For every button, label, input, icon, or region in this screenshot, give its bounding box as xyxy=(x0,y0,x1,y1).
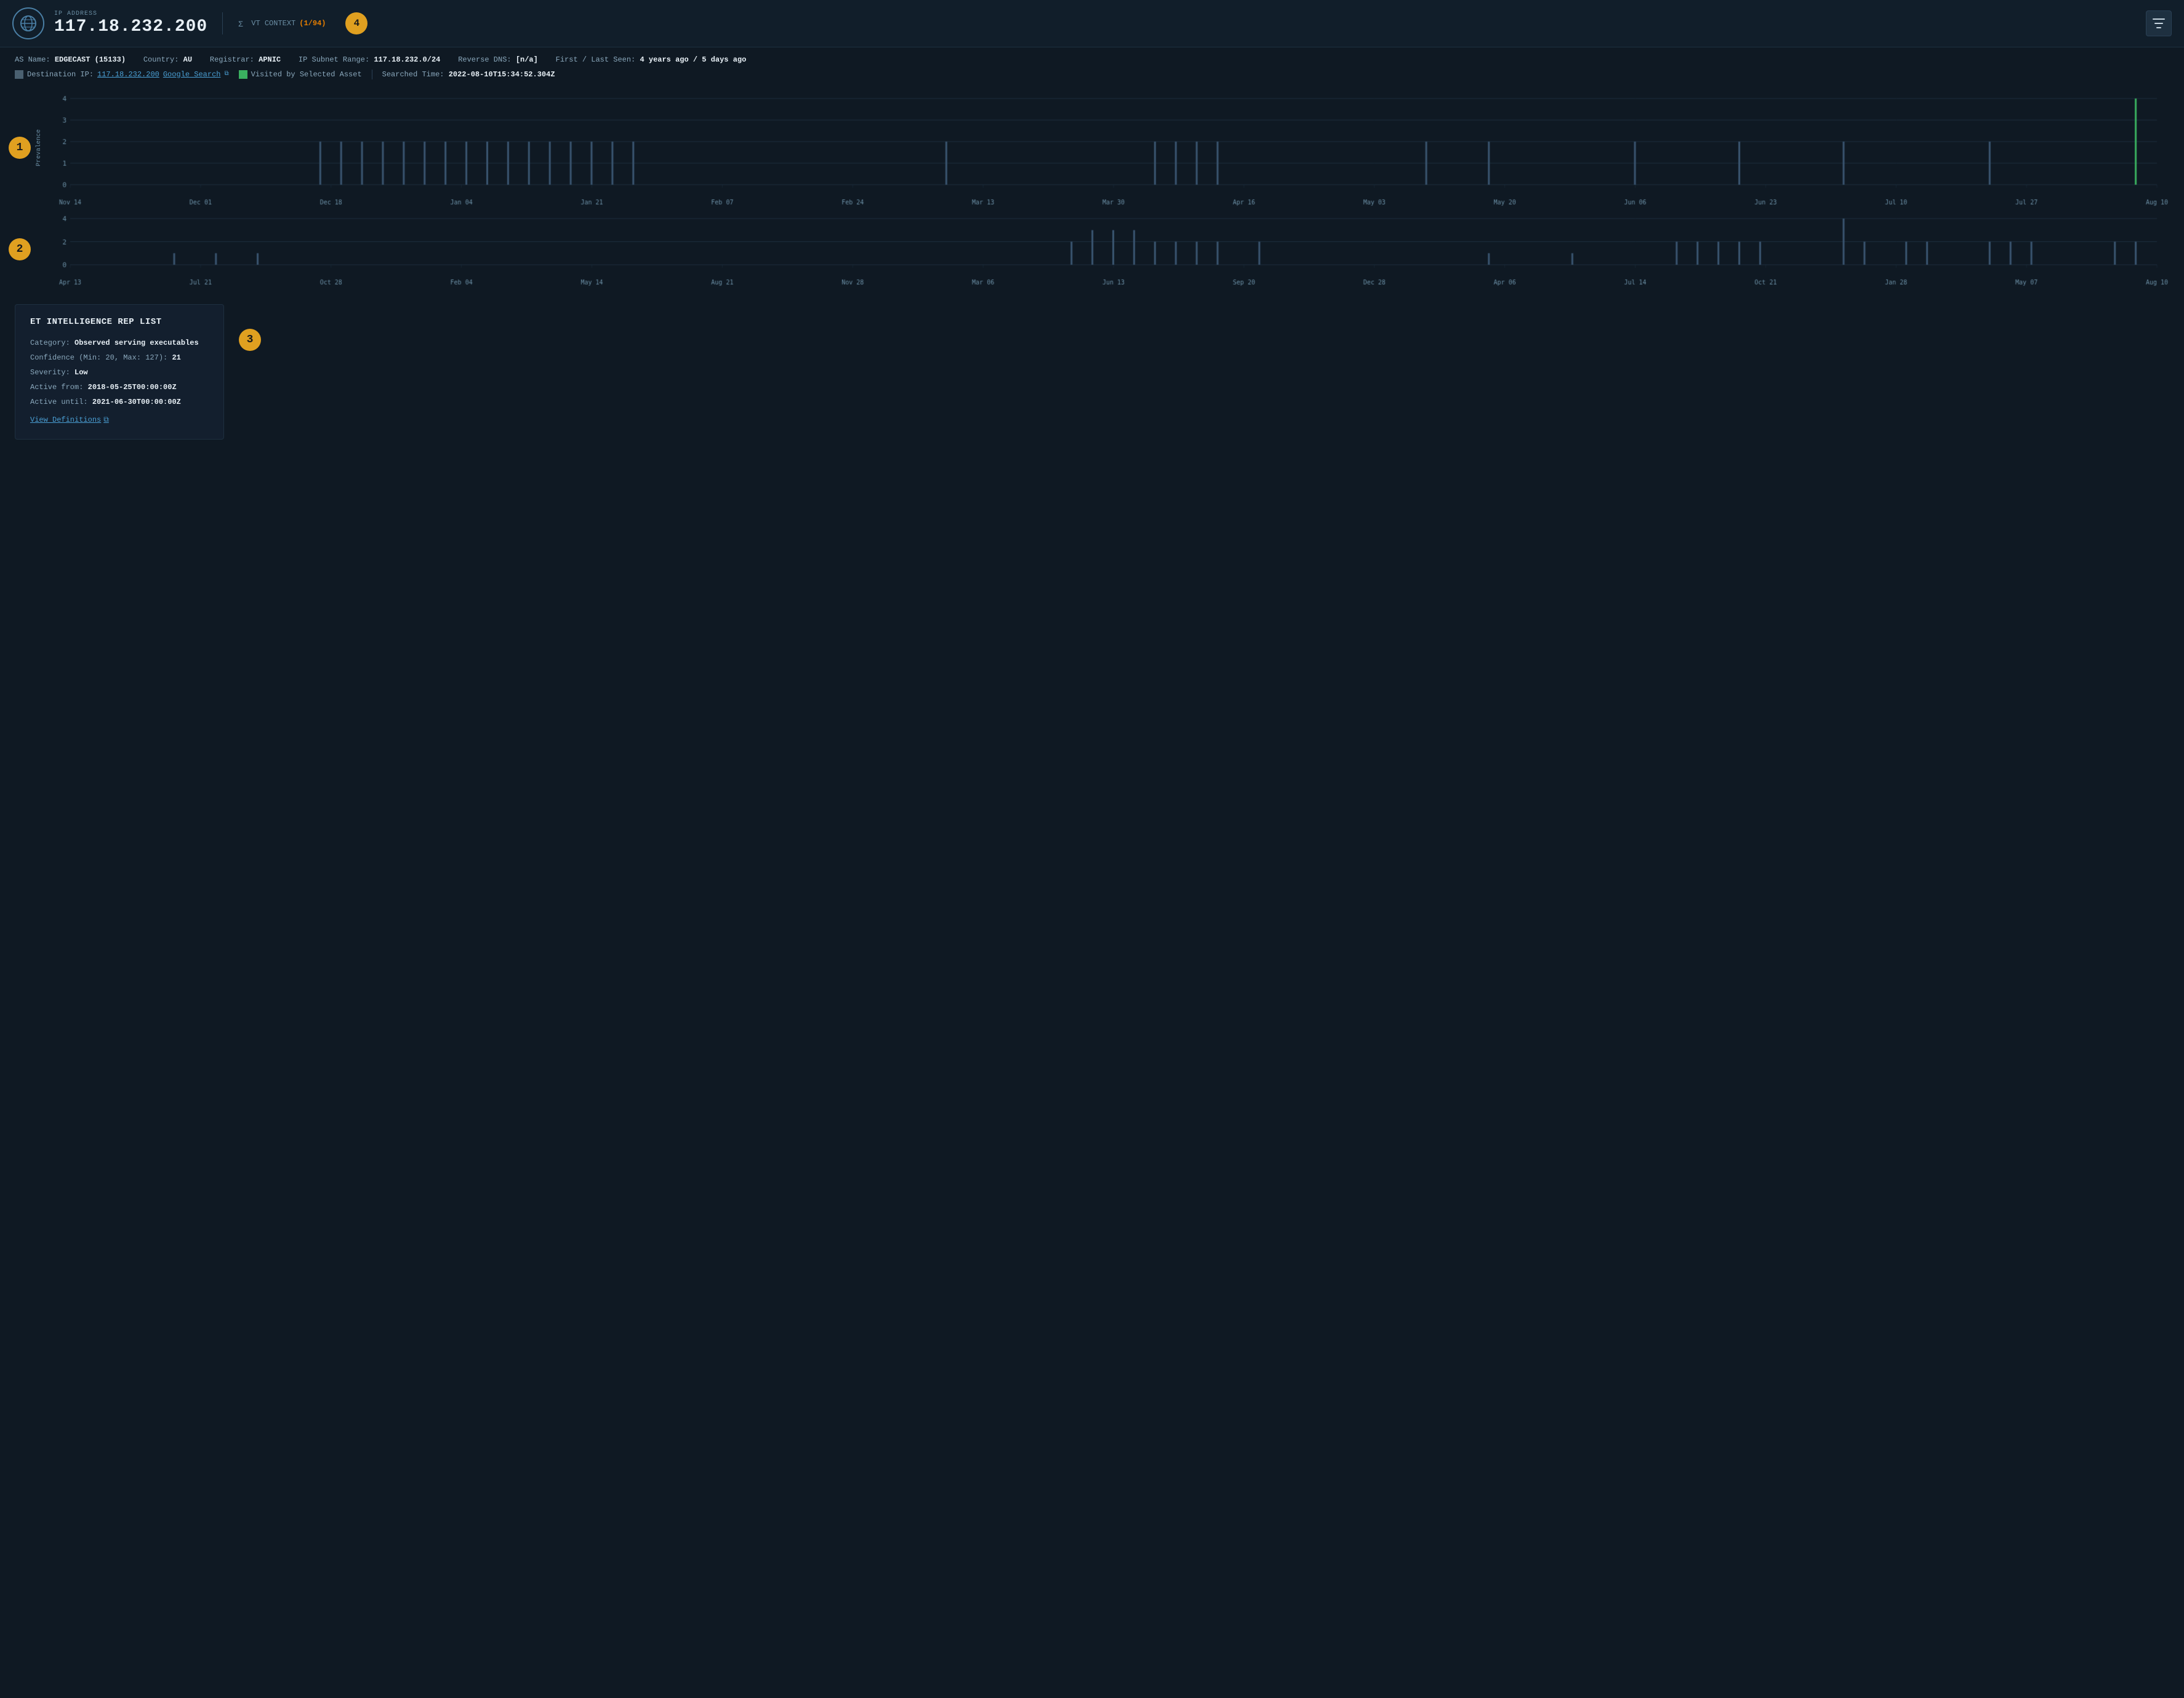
first-last-seen-label: First / Last Seen: xyxy=(556,55,636,64)
searched-time-value: 2022-08-10T15:34:52.304Z xyxy=(449,70,555,79)
dest-ip-value[interactable]: 117.18.232.200 xyxy=(97,68,159,82)
et-active-until: Active until: 2021-06-30T00:00:00Z xyxy=(30,395,209,409)
et-confidence-value: 21 xyxy=(172,353,180,362)
et-intelligence-card: ET INTELLIGENCE REP LIST Category: Obser… xyxy=(15,304,224,440)
badge-1: 1 xyxy=(9,137,31,159)
registrar-value: APNIC xyxy=(259,55,281,64)
et-active-from-value: 2018-05-25T00:00:00Z xyxy=(88,383,177,392)
vt-context-label: VT CONTEXT xyxy=(251,19,295,28)
et-active-from: Active from: 2018-05-25T00:00:00Z xyxy=(30,380,209,395)
legend-dest-ip: Destination IP: 117.18.232.200 Google Se… xyxy=(15,68,229,82)
ip-icon xyxy=(12,7,44,39)
badge-2: 2 xyxy=(9,238,31,260)
y-axis-label-1: Prevalence xyxy=(33,86,46,209)
et-card-title: ET INTELLIGENCE REP LIST xyxy=(30,317,209,327)
et-confidence: Confidence (Min: 20, Max: 127): 21 xyxy=(30,350,209,365)
subnet-label: IP Subnet Range: xyxy=(299,55,369,64)
vt-context[interactable]: Σ VT CONTEXT (1/94) xyxy=(238,18,326,28)
external-link-icon: ⧉ xyxy=(224,69,228,80)
filter-button[interactable] xyxy=(2146,10,2172,36)
legend-visited: Visited by Selected Asset xyxy=(239,68,362,82)
badge-3: 3 xyxy=(239,329,261,351)
chart-2-canvas xyxy=(46,209,2169,289)
dest-ip-swatch xyxy=(15,70,23,79)
visited-swatch xyxy=(239,70,247,79)
header: IP ADDRESS 117.18.232.200 Σ VT CONTEXT (… xyxy=(0,0,2184,47)
registrar-label: Registrar: xyxy=(210,55,254,64)
country-value: AU xyxy=(183,55,192,64)
y-axis-label-2 xyxy=(33,209,46,289)
chart-1-canvas xyxy=(46,86,2169,209)
meta-bar: AS Name: EDGECAST (15133) Country: AU Re… xyxy=(0,47,2184,86)
et-category-value: Observed serving executables xyxy=(74,339,199,347)
charts-area: 1 Prevalence 2 xyxy=(0,86,2184,289)
bottom-section: ET INTELLIGENCE REP LIST Category: Obser… xyxy=(0,289,2184,440)
external-link-icon-2: ⧉ xyxy=(103,416,109,424)
chart-1-container xyxy=(46,86,2169,209)
et-severity-value: Low xyxy=(74,368,88,377)
et-severity: Severity: Low xyxy=(30,365,209,380)
filter-icon xyxy=(2153,18,2165,28)
searched-time-label: Searched Time: 2022-08-10T15:34:52.304Z xyxy=(382,68,555,82)
view-definitions-link[interactable]: View Definitions ⧉ xyxy=(30,416,109,424)
et-category: Category: Observed serving executables xyxy=(30,336,209,350)
as-name-label: AS Name: xyxy=(15,55,50,64)
reverse-dns-value: [n/a] xyxy=(516,55,538,64)
dest-ip-label: Destination IP: xyxy=(27,68,94,82)
header-divider xyxy=(222,12,223,34)
svg-text:Σ: Σ xyxy=(238,20,243,28)
reverse-dns-label: Reverse DNS: xyxy=(458,55,511,64)
et-active-until-value: 2021-06-30T00:00:00Z xyxy=(92,398,181,406)
badge-4: 4 xyxy=(345,12,367,34)
ip-address-value: 117.18.232.200 xyxy=(54,17,207,36)
header-text: IP ADDRESS 117.18.232.200 xyxy=(54,10,207,36)
as-name-value: EDGECAST (15133) xyxy=(55,55,126,64)
first-last-seen-value: 4 years ago / 5 days ago xyxy=(640,55,746,64)
ip-address-label: IP ADDRESS xyxy=(54,10,207,17)
vt-context-count: (1/94) xyxy=(299,19,326,28)
visited-label: Visited by Selected Asset xyxy=(251,68,362,82)
subnet-value: 117.18.232.0/24 xyxy=(374,55,440,64)
country-label: Country: xyxy=(143,55,179,64)
sigma-icon: Σ xyxy=(238,18,247,28)
chart-2-container xyxy=(46,209,2169,289)
google-search-link[interactable]: Google Search xyxy=(163,68,221,82)
